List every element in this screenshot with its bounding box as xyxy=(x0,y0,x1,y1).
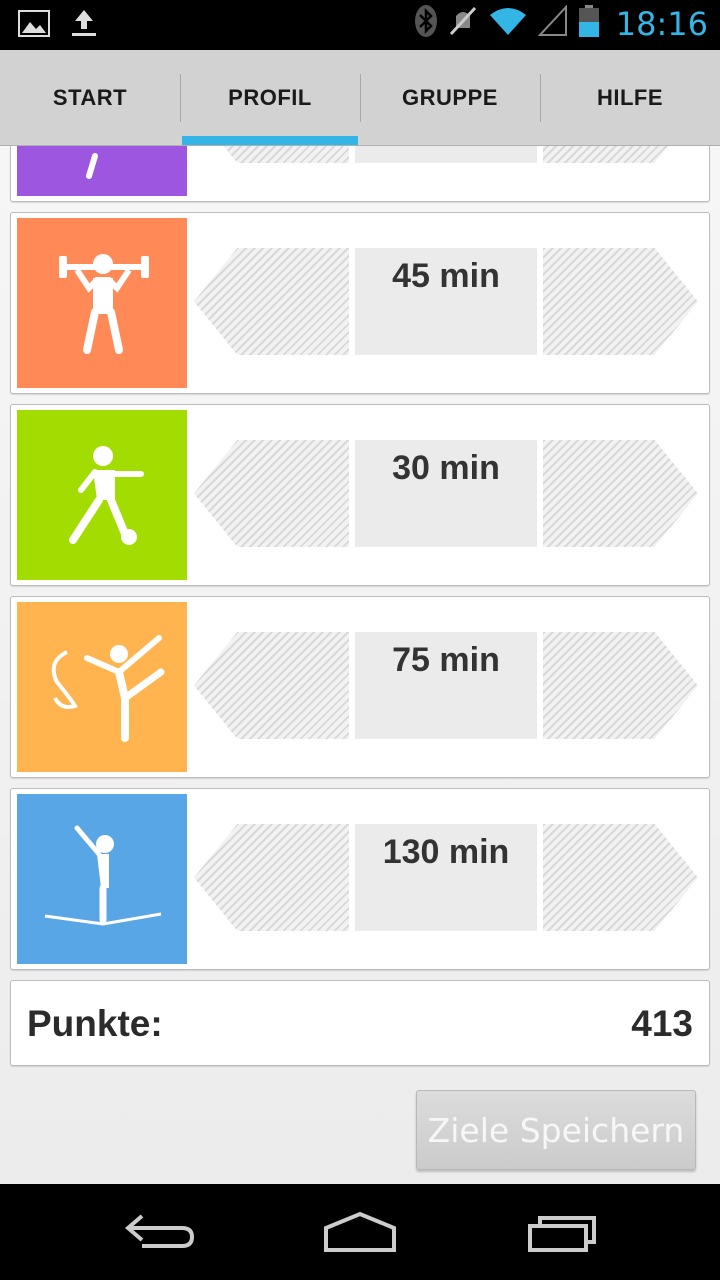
tab-gruppe[interactable]: GRUPPE xyxy=(360,50,540,145)
activity-card: 45 min xyxy=(10,212,710,394)
slackline-icon xyxy=(17,794,187,964)
duration-value: 30 min xyxy=(355,440,537,547)
signal-icon xyxy=(537,4,568,42)
activity-card: 75 min xyxy=(10,596,710,778)
activity-card: 130 min xyxy=(10,788,710,970)
decrease-button[interactable] xyxy=(194,440,349,547)
gymnastics-icon xyxy=(17,146,187,196)
weightlifting-icon xyxy=(17,218,187,388)
navigation-bar xyxy=(0,1184,720,1280)
increase-button[interactable] xyxy=(543,146,698,163)
home-icon[interactable] xyxy=(320,1210,400,1254)
score-card: Punkte: 413 xyxy=(10,980,710,1066)
recent-apps-icon[interactable] xyxy=(522,1210,602,1254)
score-label: Punkte: xyxy=(27,1003,163,1044)
increase-button[interactable] xyxy=(543,632,698,739)
activity-list: 45 min 30 min 75 min 130 min Punkte: 413… xyxy=(0,146,720,1184)
clock: 18:16 xyxy=(615,4,708,43)
tab-hilfe[interactable]: HILFE xyxy=(540,50,720,145)
tab-start[interactable]: START xyxy=(0,50,180,145)
upload-icon xyxy=(68,8,100,43)
rhythmic-gymnastics-icon xyxy=(17,602,187,772)
score-value: 413 xyxy=(631,1003,693,1044)
mute-icon xyxy=(448,4,478,43)
battery-icon xyxy=(578,4,600,43)
tab-profil[interactable]: PROFIL xyxy=(180,50,360,145)
soccer-icon xyxy=(17,410,187,580)
activity-card: 30 min xyxy=(10,404,710,586)
activity-card xyxy=(10,146,710,202)
duration-value xyxy=(355,146,537,163)
duration-value: 130 min xyxy=(355,824,537,931)
wifi-icon xyxy=(488,5,528,42)
bluetooth-icon xyxy=(414,4,438,43)
gallery-icon xyxy=(18,8,50,43)
increase-button[interactable] xyxy=(543,248,698,355)
save-goals-button[interactable]: Ziele Speichern xyxy=(416,1090,696,1170)
decrease-button[interactable] xyxy=(194,632,349,739)
status-bar: 18:16 xyxy=(0,0,720,50)
tab-bar: START PROFIL GRUPPE HILFE xyxy=(0,50,720,146)
back-icon[interactable] xyxy=(122,1210,202,1254)
decrease-button[interactable] xyxy=(194,248,349,355)
decrease-button[interactable] xyxy=(194,146,349,163)
duration-value: 45 min xyxy=(355,248,537,355)
decrease-button[interactable] xyxy=(194,824,349,931)
duration-value: 75 min xyxy=(355,632,537,739)
increase-button[interactable] xyxy=(543,440,698,547)
increase-button[interactable] xyxy=(543,824,698,931)
